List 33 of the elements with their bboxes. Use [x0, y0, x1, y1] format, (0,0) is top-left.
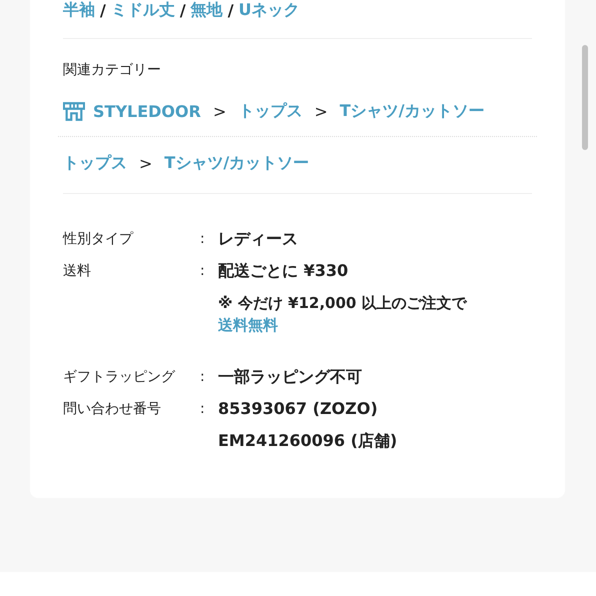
separator: >	[139, 154, 152, 172]
section-heading: 関連カテゴリー	[63, 61, 162, 80]
free-shipping-link[interactable]: 送料無料	[218, 316, 278, 334]
separator: /	[228, 0, 234, 20]
colon: :	[200, 262, 206, 281]
tag-link[interactable]: 無地	[190, 0, 223, 20]
field-value: 85393067 (ZOZO)	[218, 398, 379, 420]
field-label: 問い合わせ番号	[63, 400, 162, 419]
breadcrumb-link[interactable]: トップス	[63, 152, 127, 174]
breadcrumb-link[interactable]: STYLEDOOR	[93, 102, 201, 120]
colon: :	[200, 368, 206, 387]
breadcrumb-link[interactable]: トップス	[238, 100, 302, 122]
separator: /	[100, 0, 106, 20]
separator: >	[212, 102, 226, 120]
field-value: 配送ごとに ¥330	[218, 260, 350, 282]
field-value: レディース	[218, 228, 299, 250]
scrollbar-thumb[interactable]	[582, 45, 588, 150]
shipping-note: ※ 今だけ ¥12,000 以上のご注文で 送料無料	[218, 293, 468, 336]
colon: :	[200, 230, 206, 249]
breadcrumb-link[interactable]: Tシャツ/カットソー	[164, 152, 310, 174]
field-label: 性別タイプ	[63, 230, 134, 249]
shop-icon	[63, 102, 85, 120]
colon: :	[200, 400, 206, 419]
breadcrumb-link[interactable]: Tシャツ/カットソー	[340, 100, 485, 122]
tag-link[interactable]: 半袖	[63, 0, 95, 20]
field-value: EM241260096 (店舗)	[218, 430, 398, 452]
field-value: 一部ラッピング不可	[218, 366, 363, 388]
separator: /	[180, 0, 186, 20]
tag-link[interactable]: ミドル丈	[110, 0, 175, 20]
field-label: 送料	[63, 262, 92, 281]
tag-link[interactable]: Uネック	[238, 0, 300, 20]
separator: >	[314, 102, 328, 120]
field-label: ギフトラッピング	[63, 368, 176, 387]
